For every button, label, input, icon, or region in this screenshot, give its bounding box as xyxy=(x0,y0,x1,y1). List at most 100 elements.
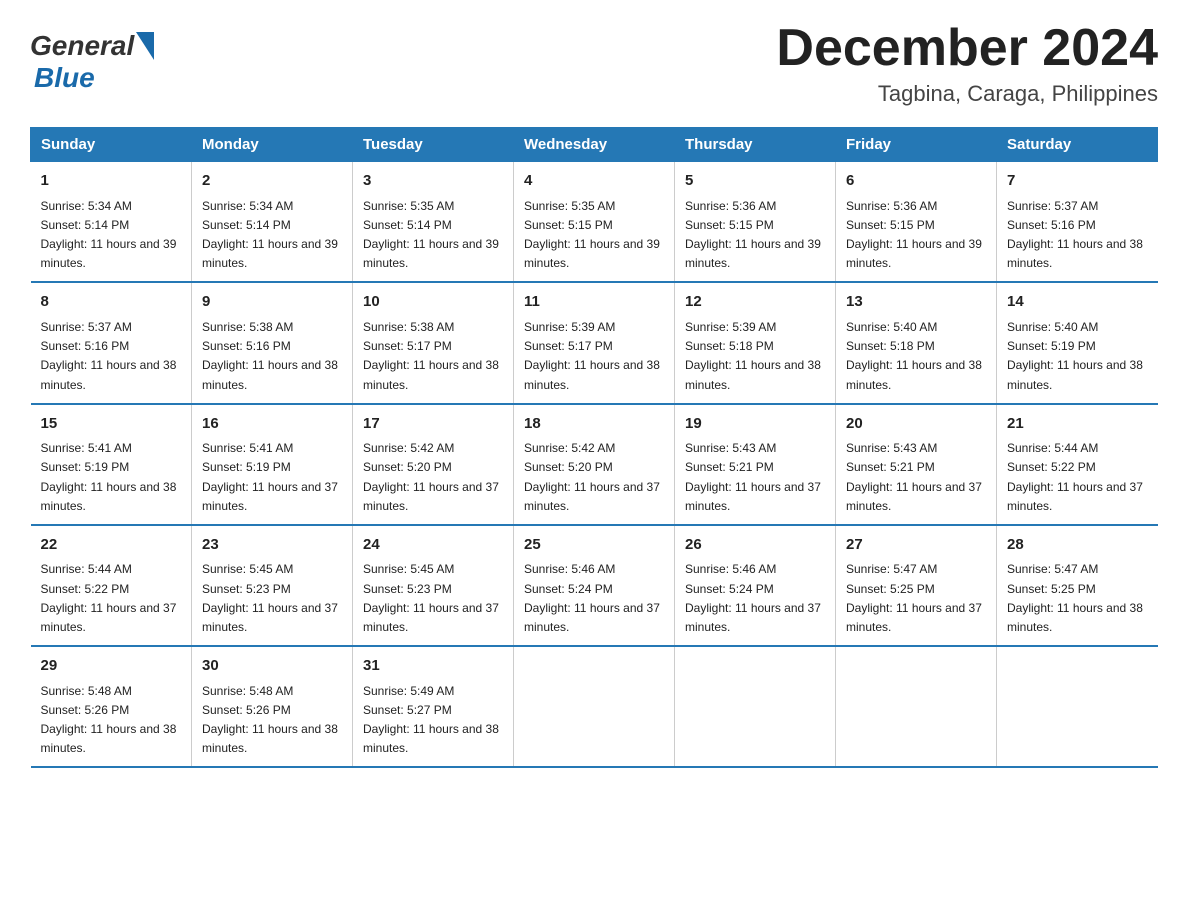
day-number: 1 xyxy=(41,170,182,193)
day-info: Sunrise: 5:45 AMSunset: 5:23 PMDaylight:… xyxy=(363,560,503,637)
calendar-cell: 1 Sunrise: 5:34 AMSunset: 5:14 PMDaylight… xyxy=(31,162,192,283)
calendar-cell: 14 Sunrise: 5:40 AMSunset: 5:19 PMDayligh… xyxy=(997,282,1158,403)
calendar-cell: 16 Sunrise: 5:41 AMSunset: 5:19 PMDayligh… xyxy=(192,404,353,525)
calendar-cell xyxy=(997,646,1158,767)
day-number: 15 xyxy=(41,413,182,436)
day-info: Sunrise: 5:42 AMSunset: 5:20 PMDaylight:… xyxy=(363,439,503,516)
calendar-cell: 28Sunrise: 5:47 AMSunset: 5:25 PMDayligh… xyxy=(997,525,1158,646)
day-info: Sunrise: 5:43 AMSunset: 5:21 PMDaylight:… xyxy=(846,439,986,516)
day-info: Sunrise: 5:41 AMSunset: 5:19 PMDaylight:… xyxy=(202,439,342,516)
calendar-cell: 5Sunrise: 5:36 AMSunset: 5:15 PMDaylight… xyxy=(675,162,836,283)
day-info: Sunrise: 5:47 AMSunset: 5:25 PMDaylight:… xyxy=(846,560,986,637)
day-info: Sunrise: 5:38 AMSunset: 5:17 PMDaylight:… xyxy=(363,318,503,395)
calendar-cell: 8Sunrise: 5:37 AMSunset: 5:16 PMDaylight… xyxy=(31,282,192,403)
logo-triangle-icon xyxy=(136,32,154,60)
day-info: Sunrise: 5:48 AMSunset: 5:26 PMDaylight:… xyxy=(202,682,342,759)
day-info: Sunrise: 5:41 AMSunset: 5:19 PMDaylight:… xyxy=(41,439,182,516)
month-title: December 2024 xyxy=(776,20,1158,77)
day-number: 25 xyxy=(524,534,664,557)
calendar-cell: 22 Sunrise: 5:44 AMSunset: 5:22 PMDayligh… xyxy=(31,525,192,646)
calendar-cell: 9 Sunrise: 5:38 AMSunset: 5:16 PMDaylight… xyxy=(192,282,353,403)
title-area: December 2024 Tagbina, Caraga, Philippin… xyxy=(776,20,1158,107)
day-number: 20 xyxy=(846,413,986,436)
logo-general-text: General xyxy=(30,30,134,62)
calendar-cell: 21Sunrise: 5:44 AMSunset: 5:22 PMDayligh… xyxy=(997,404,1158,525)
day-number: 10 xyxy=(363,291,503,314)
day-number: 28 xyxy=(1007,534,1148,557)
calendar-cell xyxy=(514,646,675,767)
calendar-week-row: 8Sunrise: 5:37 AMSunset: 5:16 PMDaylight… xyxy=(31,282,1158,403)
day-number: 24 xyxy=(363,534,503,557)
day-info: Sunrise: 5:39 AMSunset: 5:17 PMDaylight:… xyxy=(524,318,664,395)
day-number: 22 xyxy=(41,534,182,557)
day-info: Sunrise: 5:34 AMSunset: 5:14 PMDaylight:… xyxy=(41,197,182,274)
day-info: Sunrise: 5:44 AMSunset: 5:22 PMDaylight:… xyxy=(1007,439,1148,516)
day-number: 13 xyxy=(846,291,986,314)
day-info: Sunrise: 5:42 AMSunset: 5:20 PMDaylight:… xyxy=(524,439,664,516)
day-number: 11 xyxy=(524,291,664,314)
calendar-cell: 20 Sunrise: 5:43 AMSunset: 5:21 PMDayligh… xyxy=(836,404,997,525)
calendar-cell: 30 Sunrise: 5:48 AMSunset: 5:26 PMDayligh… xyxy=(192,646,353,767)
calendar-cell: 15 Sunrise: 5:41 AMSunset: 5:19 PMDayligh… xyxy=(31,404,192,525)
day-info: Sunrise: 5:40 AMSunset: 5:18 PMDaylight:… xyxy=(846,318,986,395)
day-number: 27 xyxy=(846,534,986,557)
weekday-header-row: SundayMondayTuesdayWednesdayThursdayFrid… xyxy=(31,128,1158,162)
day-info: Sunrise: 5:37 AMSunset: 5:16 PMDaylight:… xyxy=(41,318,182,395)
calendar-week-row: 22 Sunrise: 5:44 AMSunset: 5:22 PMDayligh… xyxy=(31,525,1158,646)
day-number: 12 xyxy=(685,291,825,314)
header: General Blue December 2024 Tagbina, Cara… xyxy=(30,20,1158,107)
calendar-cell: 27 Sunrise: 5:47 AMSunset: 5:25 PMDayligh… xyxy=(836,525,997,646)
day-number: 7 xyxy=(1007,170,1148,193)
day-number: 2 xyxy=(202,170,342,193)
calendar-cell: 3Sunrise: 5:35 AMSunset: 5:14 PMDaylight… xyxy=(353,162,514,283)
day-info: Sunrise: 5:44 AMSunset: 5:22 PMDaylight:… xyxy=(41,560,182,637)
day-number: 6 xyxy=(846,170,986,193)
calendar-cell: 12 Sunrise: 5:39 AMSunset: 5:18 PMDayligh… xyxy=(675,282,836,403)
calendar-week-row: 15 Sunrise: 5:41 AMSunset: 5:19 PMDayligh… xyxy=(31,404,1158,525)
calendar-cell: 7Sunrise: 5:37 AMSunset: 5:16 PMDaylight… xyxy=(997,162,1158,283)
day-info: Sunrise: 5:46 AMSunset: 5:24 PMDaylight:… xyxy=(524,560,664,637)
day-number: 31 xyxy=(363,655,503,678)
day-number: 26 xyxy=(685,534,825,557)
day-number: 9 xyxy=(202,291,342,314)
day-number: 4 xyxy=(524,170,664,193)
day-info: Sunrise: 5:46 AMSunset: 5:24 PMDaylight:… xyxy=(685,560,825,637)
day-info: Sunrise: 5:39 AMSunset: 5:18 PMDaylight:… xyxy=(685,318,825,395)
weekday-header-saturday: Saturday xyxy=(997,128,1158,162)
day-number: 16 xyxy=(202,413,342,436)
day-number: 14 xyxy=(1007,291,1148,314)
logo: General Blue xyxy=(30,30,154,94)
calendar-cell: 25 Sunrise: 5:46 AMSunset: 5:24 PMDayligh… xyxy=(514,525,675,646)
calendar-table: SundayMondayTuesdayWednesdayThursdayFrid… xyxy=(30,127,1158,768)
calendar-cell: 4Sunrise: 5:35 AMSunset: 5:15 PMDaylight… xyxy=(514,162,675,283)
day-info: Sunrise: 5:43 AMSunset: 5:21 PMDaylight:… xyxy=(685,439,825,516)
day-info: Sunrise: 5:40 AMSunset: 5:19 PMDaylight:… xyxy=(1007,318,1148,395)
weekday-header-monday: Monday xyxy=(192,128,353,162)
calendar-week-row: 29Sunrise: 5:48 AMSunset: 5:26 PMDayligh… xyxy=(31,646,1158,767)
calendar-cell: 19Sunrise: 5:43 AMSunset: 5:21 PMDayligh… xyxy=(675,404,836,525)
logo-blue-text: Blue xyxy=(34,62,154,94)
weekday-header-tuesday: Tuesday xyxy=(353,128,514,162)
calendar-cell: 26 Sunrise: 5:46 AMSunset: 5:24 PMDayligh… xyxy=(675,525,836,646)
calendar-cell: 13 Sunrise: 5:40 AMSunset: 5:18 PMDayligh… xyxy=(836,282,997,403)
day-info: Sunrise: 5:48 AMSunset: 5:26 PMDaylight:… xyxy=(41,682,182,759)
day-info: Sunrise: 5:38 AMSunset: 5:16 PMDaylight:… xyxy=(202,318,342,395)
calendar-cell: 24 Sunrise: 5:45 AMSunset: 5:23 PMDayligh… xyxy=(353,525,514,646)
location-subtitle: Tagbina, Caraga, Philippines xyxy=(776,81,1158,107)
calendar-cell: 10 Sunrise: 5:38 AMSunset: 5:17 PMDayligh… xyxy=(353,282,514,403)
calendar-body: 1 Sunrise: 5:34 AMSunset: 5:14 PMDaylight… xyxy=(31,162,1158,768)
day-number: 17 xyxy=(363,413,503,436)
day-number: 30 xyxy=(202,655,342,678)
calendar-cell: 6 Sunrise: 5:36 AMSunset: 5:15 PMDaylight… xyxy=(836,162,997,283)
day-info: Sunrise: 5:34 AMSunset: 5:14 PMDaylight:… xyxy=(202,197,342,274)
weekday-header-wednesday: Wednesday xyxy=(514,128,675,162)
day-info: Sunrise: 5:36 AMSunset: 5:15 PMDaylight:… xyxy=(846,197,986,274)
day-info: Sunrise: 5:49 AMSunset: 5:27 PMDaylight:… xyxy=(363,682,503,759)
calendar-cell: 23Sunrise: 5:45 AMSunset: 5:23 PMDayligh… xyxy=(192,525,353,646)
calendar-cell xyxy=(675,646,836,767)
day-info: Sunrise: 5:35 AMSunset: 5:14 PMDaylight:… xyxy=(363,197,503,274)
calendar-cell: 11 Sunrise: 5:39 AMSunset: 5:17 PMDayligh… xyxy=(514,282,675,403)
calendar-cell: 2 Sunrise: 5:34 AMSunset: 5:14 PMDaylight… xyxy=(192,162,353,283)
day-number: 23 xyxy=(202,534,342,557)
calendar-week-row: 1 Sunrise: 5:34 AMSunset: 5:14 PMDaylight… xyxy=(31,162,1158,283)
